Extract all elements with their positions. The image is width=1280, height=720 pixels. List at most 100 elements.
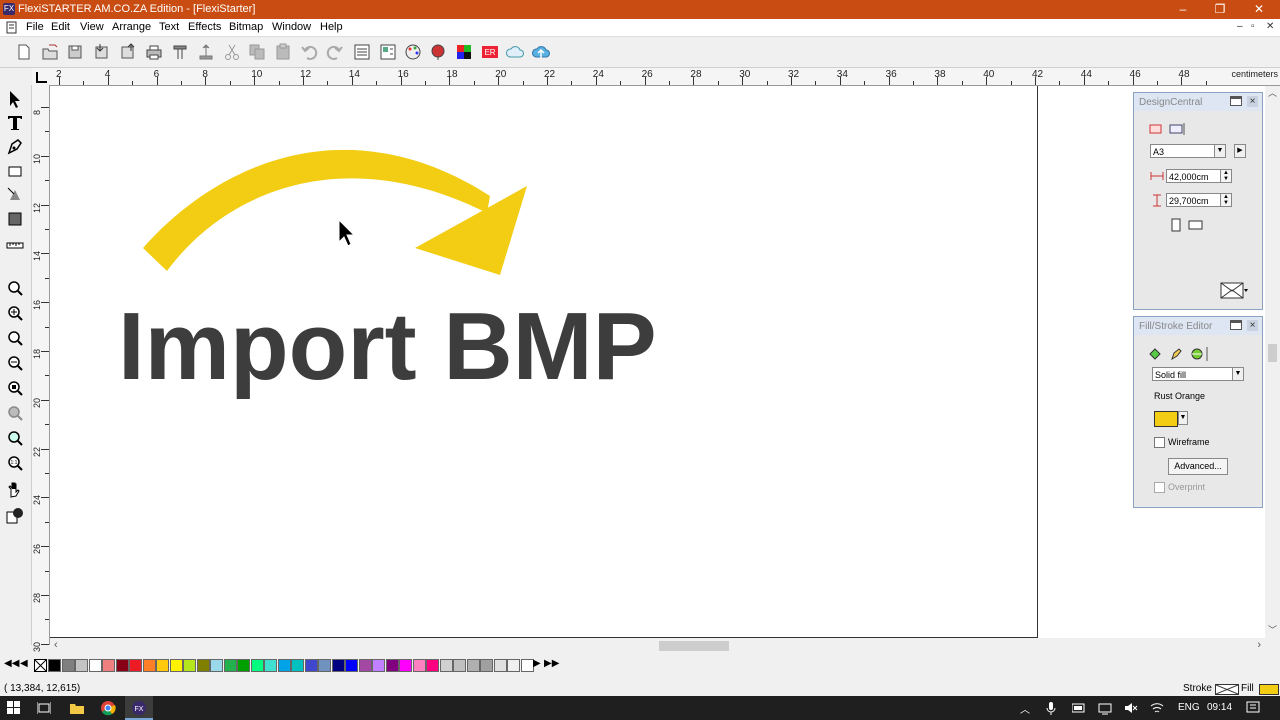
scroll-down-icon[interactable]: ﹀ (1268, 623, 1277, 636)
panel-pin-icon[interactable] (1230, 96, 1242, 106)
width-spinner[interactable]: ▲ ▼ (1220, 169, 1232, 183)
scroll-left-icon[interactable]: ‹ (54, 639, 58, 651)
panel-pin-icon[interactable] (1230, 320, 1242, 330)
mdi-minimize-button[interactable]: – (1237, 21, 1243, 32)
mdi-restore-button[interactable]: ▫ (1251, 21, 1255, 32)
color-swatch[interactable] (196, 659, 210, 672)
color-swatch[interactable] (48, 659, 61, 672)
palette-prev-icon[interactable]: ◀ (20, 658, 28, 669)
chrome-icon[interactable] (100, 700, 116, 716)
close-button[interactable]: ✕ (1240, 0, 1278, 19)
landscape-icon[interactable] (1188, 218, 1204, 231)
zoom-previous-icon[interactable] (5, 403, 25, 423)
page-size-apply-icon[interactable]: ▶ (1234, 144, 1246, 158)
color-swatch[interactable] (372, 659, 385, 672)
color-swatch[interactable] (237, 659, 250, 672)
color-swatch-dropdown-icon[interactable]: ▼ (1178, 411, 1188, 425)
document-tab-icon[interactable] (1169, 123, 1185, 135)
menu-text[interactable]: Text (159, 21, 179, 33)
color-swatch[interactable] (358, 659, 372, 672)
color-swatch[interactable] (115, 659, 129, 672)
taskbar-flexi-app[interactable]: FX (125, 696, 153, 720)
task-view-icon[interactable] (37, 701, 51, 715)
menu-window[interactable]: Window (272, 21, 311, 33)
rectangle-tool-icon[interactable] (5, 161, 25, 181)
zoom-tool-icon[interactable] (5, 278, 25, 298)
page-setup-icon[interactable] (1149, 123, 1163, 135)
redo-icon[interactable] (325, 42, 345, 62)
color-swatch[interactable] (88, 659, 102, 672)
color-swatch[interactable] (493, 659, 507, 672)
color-swatch[interactable] (331, 659, 345, 672)
panel-close-icon[interactable]: × (1247, 96, 1258, 107)
palette-first-icon[interactable]: ◀◀ (4, 658, 19, 669)
cloud-upload-icon[interactable] (531, 42, 551, 62)
color-grid-icon[interactable] (454, 42, 474, 62)
vertical-ruler[interactable]: 8 10 12 14 16 18 20 22 24 26 28 30 (32, 85, 50, 670)
import-icon[interactable] (92, 42, 112, 62)
menu-file[interactable]: File (26, 21, 44, 33)
zoom-out-icon[interactable] (5, 353, 25, 373)
page-size-dropdown-icon[interactable]: ▼ (1214, 144, 1226, 158)
fill-bucket-icon[interactable] (1148, 347, 1162, 361)
envelope-icon[interactable] (1220, 282, 1248, 299)
cloud-icon[interactable] (505, 42, 525, 62)
windows-start-icon[interactable] (7, 701, 21, 715)
palette-last-icon[interactable]: ▶▶ (544, 658, 559, 669)
advanced-button[interactable]: Advanced... (1168, 458, 1228, 475)
color-swatch[interactable] (412, 659, 426, 672)
vertical-scroll-thumb[interactable] (1268, 344, 1277, 362)
color-swatch[interactable] (129, 659, 142, 672)
color-swatch[interactable] (453, 659, 466, 672)
menu-edit[interactable]: Edit (51, 21, 70, 33)
drawing-canvas[interactable]: Import BMP (50, 86, 1265, 638)
effects-icon[interactable] (1190, 347, 1208, 361)
text-tool-icon[interactable] (5, 113, 25, 133)
color-swatch[interactable] (169, 659, 183, 672)
color-swatch[interactable] (426, 659, 439, 672)
color-swatch[interactable] (399, 659, 412, 672)
color-swatch[interactable] (480, 659, 493, 672)
zoom-selected-icon[interactable] (5, 428, 25, 448)
language-indicator[interactable]: ENG (1178, 702, 1200, 713)
stroke-indicator[interactable] (1215, 684, 1239, 695)
scroll-right-icon[interactable]: › (1257, 639, 1261, 651)
spot-color-icon[interactable] (428, 42, 448, 62)
open-file-icon[interactable] (40, 42, 60, 62)
stroke-pen-icon[interactable] (1169, 347, 1183, 361)
panel-close-icon[interactable]: × (1247, 320, 1258, 331)
fill-type-select[interactable]: Solid fill (1152, 367, 1238, 381)
color-swatch[interactable] (264, 659, 277, 672)
color-swatch[interactable] (102, 659, 115, 672)
fill-indicator[interactable] (1259, 684, 1279, 695)
network-icon[interactable] (1098, 701, 1112, 715)
page-width-input[interactable]: 42,000cm (1166, 169, 1228, 183)
vertical-scrollbar[interactable]: ︿ ﹀ (1265, 86, 1280, 638)
color-swatch[interactable] (223, 659, 237, 672)
color-palette-icon[interactable] (403, 42, 423, 62)
microphone-icon[interactable] (1046, 701, 1056, 715)
new-file-icon[interactable] (14, 42, 34, 62)
job-manager-icon[interactable] (352, 42, 372, 62)
notifications-icon[interactable] (1246, 701, 1260, 715)
zoom-all-icon[interactable] (5, 378, 25, 398)
menu-view[interactable]: View (80, 21, 104, 33)
menu-arrange[interactable]: Arrange (112, 21, 151, 33)
fill-type-dropdown-icon[interactable]: ▼ (1232, 367, 1244, 381)
palette-next-icon[interactable]: ▶ (533, 658, 541, 669)
fill-color-swatch[interactable] (1154, 411, 1178, 427)
color-swatch[interactable] (142, 659, 156, 672)
overprint-checkbox[interactable] (1154, 482, 1165, 493)
file-explorer-icon[interactable] (69, 701, 85, 715)
color-swatch[interactable] (156, 659, 169, 672)
volume-muted-icon[interactable] (1124, 701, 1138, 715)
color-picker-tool-icon[interactable] (5, 506, 25, 526)
menu-help[interactable]: Help (320, 21, 343, 33)
page-size-select[interactable]: A3 (1150, 144, 1220, 158)
color-swatch[interactable] (61, 659, 75, 672)
send-icon[interactable] (196, 42, 216, 62)
color-swatch[interactable] (304, 659, 318, 672)
save-icon[interactable] (65, 42, 85, 62)
color-swatch[interactable] (318, 659, 331, 672)
horizontal-scroll-thumb[interactable] (659, 641, 729, 651)
